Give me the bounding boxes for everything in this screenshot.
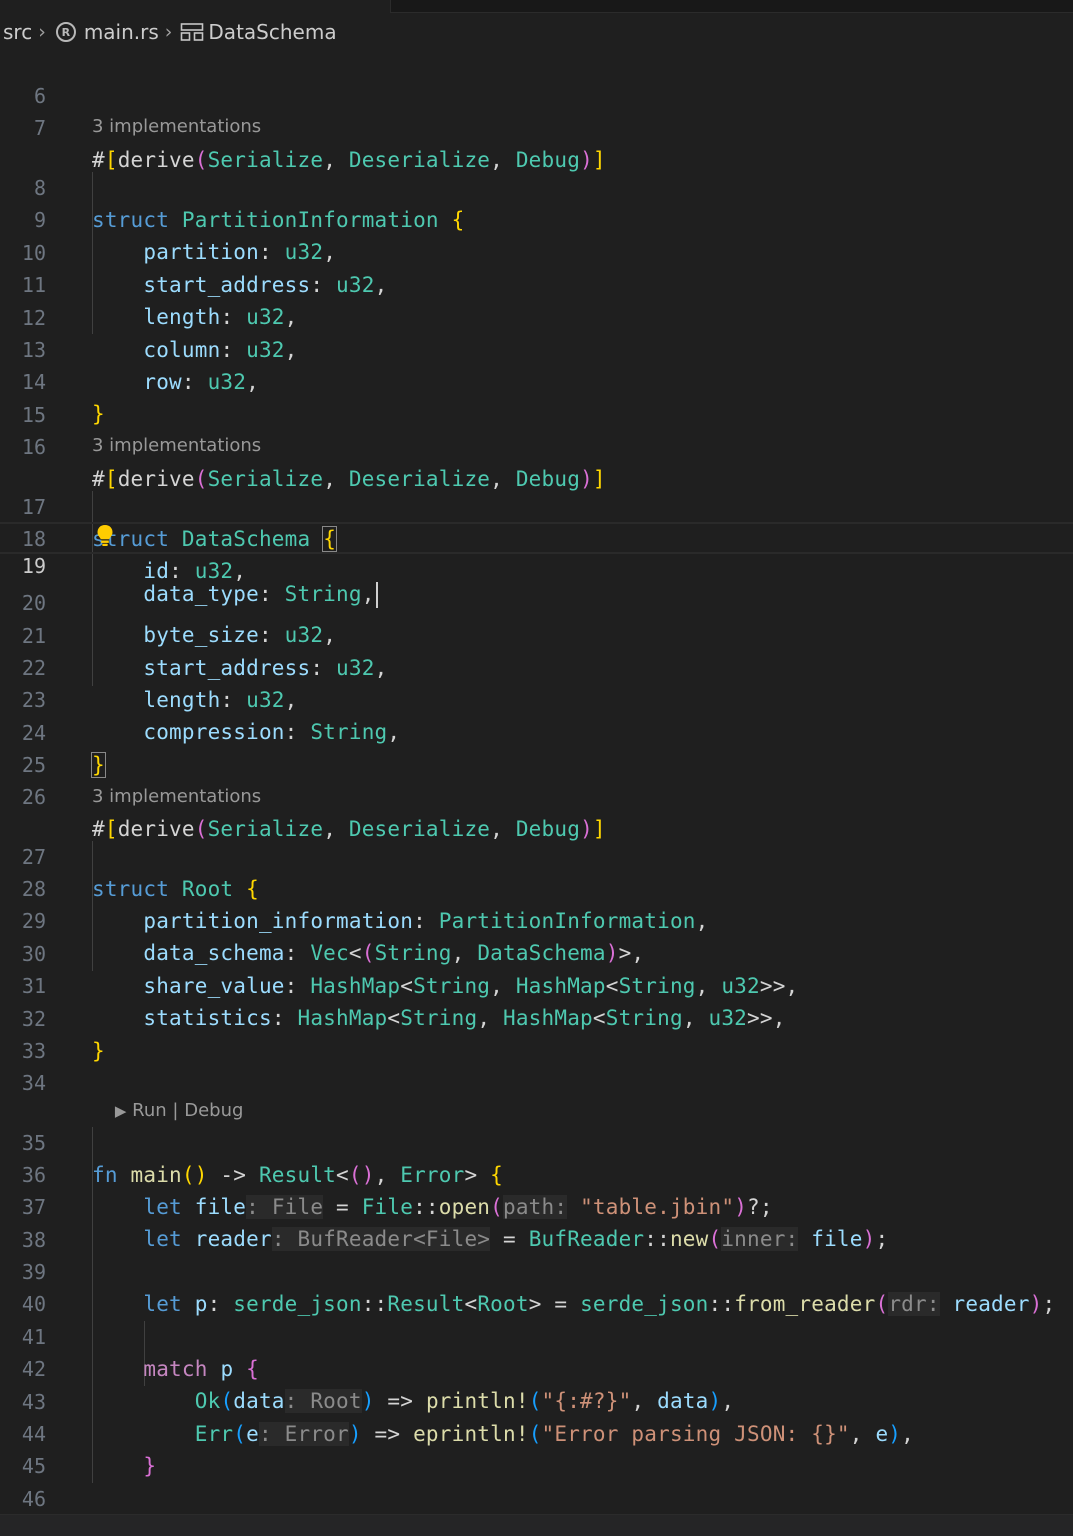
code-line[interactable]: 23 compression: String, bbox=[0, 652, 1073, 744]
code-line[interactable]: 22 length: u32, bbox=[0, 620, 1073, 712]
code-line[interactable]: 11 length: u32, bbox=[0, 237, 1073, 329]
breadcrumb-folder[interactable]: src bbox=[3, 20, 32, 44]
code-line[interactable]: 20 byte_size: u32, bbox=[0, 555, 1073, 647]
code-line[interactable]: 14 } bbox=[0, 334, 1073, 426]
code-line-current[interactable]: 19 data_type: String, bbox=[0, 522, 1073, 608]
rust-file-icon: R bbox=[55, 22, 76, 42]
code-line[interactable]: 17 struct DataSchema { bbox=[0, 459, 1073, 552]
breadcrumb-symbol-label: DataSchema bbox=[208, 20, 337, 44]
code-line[interactable]: 44 } bbox=[0, 1386, 1073, 1478]
codelens-implementations[interactable]: 3 implementations bbox=[92, 432, 261, 460]
code-line[interactable]: 47 } bbox=[0, 1483, 1073, 1536]
code-line[interactable]: 15 bbox=[0, 367, 1073, 427]
chevron-right-icon: › bbox=[164, 21, 173, 43]
code-line[interactable]: 37 let reader: BufReader<File> = BufRead… bbox=[0, 1159, 1073, 1251]
code-line[interactable]: 8 struct PartitionInformation { bbox=[0, 140, 1073, 232]
code-line[interactable]: 41 match p { bbox=[0, 1289, 1073, 1381]
code-line[interactable]: 42 Ok(data: Root) => println!("{:#?}", d… bbox=[0, 1321, 1073, 1413]
codelens-implementations[interactable]: 3 implementations bbox=[92, 783, 261, 811]
code-line[interactable]: 35 fn main() -> Result<(), Error> { bbox=[0, 1095, 1073, 1187]
code-line[interactable]: 7 #[derive(Serialize, Deserialize, Debug… bbox=[0, 80, 1073, 172]
code-line[interactable]: 6 bbox=[0, 48, 1073, 108]
code-line[interactable]: 12 column: u32, bbox=[0, 270, 1073, 362]
breadcrumb: src › R main.rs › DataSchema bbox=[0, 13, 1073, 51]
code-line[interactable]: 33 bbox=[0, 1003, 1073, 1063]
code-line[interactable]: 29 data_schema: Vec<(String, DataSchema)… bbox=[0, 873, 1073, 965]
code-line[interactable]: 45 bbox=[0, 1418, 1073, 1478]
horizontal-scrollbar[interactable] bbox=[0, 1514, 1073, 1536]
code-line[interactable]: 40 bbox=[0, 1256, 1073, 1316]
code-line[interactable]: 9 partition: u32, bbox=[0, 172, 1073, 264]
code-line[interactable]: 28 partition_information: PartitionInfor… bbox=[0, 841, 1073, 933]
breadcrumb-symbol[interactable]: DataSchema bbox=[178, 20, 337, 44]
code-line[interactable]: 31 statistics: HashMap<String, HashMap<S… bbox=[0, 938, 1073, 1030]
tab-strip bbox=[0, 0, 1073, 13]
codelens-run-debug: ▶ Run | Debug bbox=[92, 1069, 244, 1121]
active-tab[interactable] bbox=[0, 0, 391, 13]
code-line[interactable]: 30 share_value: HashMap<String, HashMap<… bbox=[0, 906, 1073, 998]
code-line[interactable]: 21 start_address: u32, bbox=[0, 588, 1073, 680]
code-line[interactable]: 46 Ok(()) bbox=[0, 1451, 1073, 1536]
struct-icon bbox=[181, 23, 204, 41]
code-line[interactable]: 10 start_address: u32, bbox=[0, 205, 1073, 297]
code-line[interactable]: 16 #[derive(Serialize, Deserialize, Debu… bbox=[0, 399, 1073, 491]
codelens-implementations[interactable]: 3 implementations bbox=[92, 113, 261, 141]
breadcrumb-file-label: main.rs bbox=[83, 20, 159, 44]
code-line[interactable]: 38 bbox=[0, 1192, 1073, 1252]
editor-window: src › R main.rs › DataSchema 6 7 #[deriv… bbox=[0, 0, 1073, 1536]
code-line[interactable]: 18 id: u32, bbox=[0, 491, 1073, 583]
code-line[interactable]: 13 row: u32, bbox=[0, 302, 1073, 394]
code-line[interactable]: 34 bbox=[0, 1035, 1073, 1095]
code-line[interactable]: 32 } bbox=[0, 971, 1073, 1063]
code-line[interactable]: 36 let file: File = File::open(path: "ta… bbox=[0, 1127, 1073, 1219]
code-line[interactable]: 39 let p: serde_json::Result<Root> = ser… bbox=[0, 1224, 1073, 1316]
code-line[interactable]: 24 } bbox=[0, 685, 1073, 778]
chevron-right-icon: › bbox=[38, 21, 46, 43]
code-line[interactable]: 43 Err(e: Error) => eprintln!("Error par… bbox=[0, 1354, 1073, 1446]
code-line[interactable]: 26 #[derive(Serialize, Deserialize, Debu… bbox=[0, 749, 1073, 841]
breadcrumb-file[interactable]: R main.rs bbox=[52, 20, 159, 44]
code-line[interactable]: 25 bbox=[0, 717, 1073, 777]
lightbulb-icon[interactable] bbox=[96, 524, 114, 548]
code-line[interactable]: 27 struct Root { bbox=[0, 809, 1073, 901]
